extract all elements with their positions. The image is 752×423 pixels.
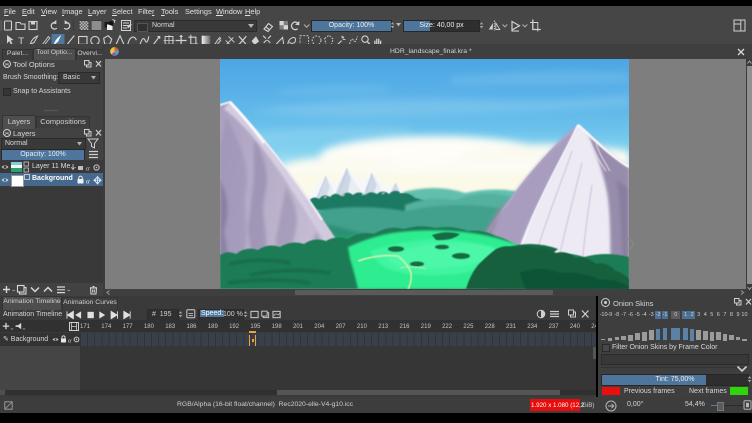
svg-text:α: α <box>86 178 90 186</box>
svg-text:α: α <box>68 337 72 344</box>
svg-text:α: α <box>86 165 90 173</box>
